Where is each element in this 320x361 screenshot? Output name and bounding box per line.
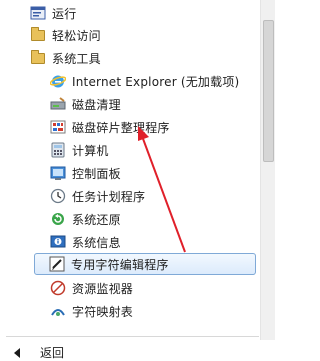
annotation-arrow <box>138 126 186 253</box>
start-menu-all-programs: 运行 轻松访问 系统工具 Internet Explorer (无加载项) 磁盘… <box>0 0 275 361</box>
